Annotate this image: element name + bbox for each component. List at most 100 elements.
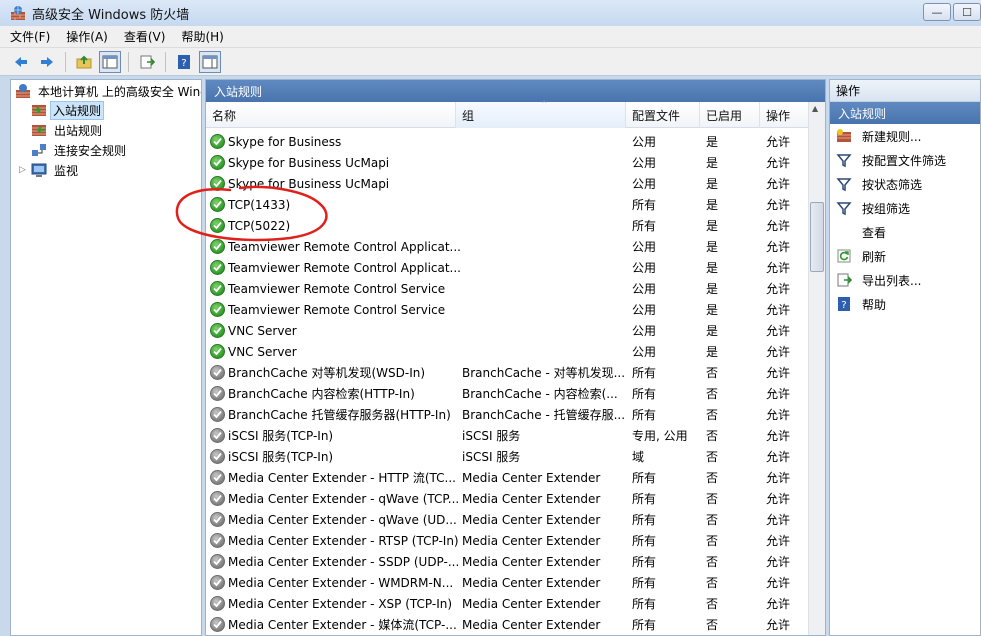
cell-group [462, 194, 624, 215]
table-row[interactable]: VNC Server 公用 是 允许 [206, 341, 810, 362]
table-row[interactable]: Teamviewer Remote Control Service 公用 是 允许 [206, 299, 810, 320]
rule-name: Teamviewer Remote Control Applicat... [228, 260, 460, 275]
column-header-name[interactable]: 名称 [206, 102, 456, 128]
cell-enabled: 是 [706, 240, 719, 254]
column-header-group[interactable]: ⌃ 组 [456, 100, 626, 128]
table-row[interactable]: Skype for Business UcMapi 公用 是 允许 [206, 152, 810, 173]
tree-label: 监视 [54, 163, 79, 178]
help-icon: ? [838, 297, 850, 311]
cell-enabled: 否 [706, 576, 719, 590]
table-row[interactable]: Teamviewer Remote Control Applicat... 公用 是… [206, 257, 810, 278]
table-row[interactable]: Media Center Extender - WMDRM-N... Media … [206, 572, 810, 593]
maximize-icon: ☐ [962, 5, 972, 19]
table-row[interactable]: Media Center Extender - qWave (TCP... Med… [206, 488, 810, 509]
up-level-button[interactable] [73, 51, 95, 73]
sort-ascending-icon: ⌃ [540, 100, 549, 110]
menu-action[interactable]: 操作(A) [66, 28, 108, 45]
cell-group: BranchCache - 内容检索(... [462, 387, 618, 401]
cell-name: Media Center Extender - RTSP (TCP-In) [210, 530, 460, 551]
table-row[interactable]: iSCSI 服务(TCP-In) iSCSI 服务 专用, 公用 否 允许 [206, 425, 810, 446]
cell-enabled: 否 [706, 555, 719, 569]
tree-item-monitoring[interactable]: ▷ 监视 [19, 161, 82, 179]
table-row[interactable]: BranchCache 托管缓存服务器(HTTP-In) BranchCache … [206, 404, 810, 425]
cell-enabled: 是 [706, 261, 719, 275]
title-bar: 高级安全 Windows 防火墙 — ☐ [0, 0, 981, 26]
cell-profile: 所有 [632, 576, 657, 590]
table-row[interactable]: Media Center Extender - XSP (TCP-In) Medi… [206, 593, 810, 614]
cell-name: Teamviewer Remote Control Service [210, 278, 460, 299]
tree-item-outbound-rules[interactable]: 出站规则 [31, 121, 106, 139]
action-filter-by-profile[interactable]: 按配置文件筛选 [830, 148, 980, 172]
action-refresh[interactable]: 刷新 [830, 244, 980, 268]
cell-action: 允许 [766, 513, 791, 527]
table-row[interactable]: Media Center Extender - qWave (UD... Medi… [206, 509, 810, 530]
table-row[interactable]: Media Center Extender - 媒体流(TCP-... Media… [206, 614, 810, 635]
show-hide-tree-button[interactable] [99, 50, 121, 73]
cell-action: 允许 [766, 534, 791, 548]
cell-name: BranchCache 对等机发现(WSD-In) [210, 362, 460, 383]
menu-help[interactable]: 帮助(H) [181, 28, 223, 45]
disabled-check-icon [210, 428, 225, 443]
vertical-scrollbar[interactable]: ▲ [808, 102, 825, 635]
cell-profile: 所有 [632, 366, 657, 380]
table-row[interactable]: VNC Server 公用 是 允许 [206, 320, 810, 341]
cell-profile: 域 [632, 450, 645, 464]
tree-item-connection-security[interactable]: 连接安全规则 [31, 141, 130, 159]
cell-name: VNC Server [210, 320, 460, 341]
window-title: 高级安全 Windows 防火墙 [32, 7, 190, 23]
help-icon: ? [178, 54, 190, 69]
scroll-up-icon[interactable]: ▲ [812, 104, 818, 113]
cell-action: 允许 [766, 345, 791, 359]
table-row[interactable]: Media Center Extender - SSDP (UDP-... Med… [206, 551, 810, 572]
table-row[interactable]: BranchCache 内容检索(HTTP-In) BranchCache - 内… [206, 383, 810, 404]
table-row[interactable]: Skype for Business 公用 是 允许 [206, 131, 810, 152]
table-row[interactable]: Teamviewer Remote Control Service 公用 是 允许 [206, 278, 810, 299]
action-view[interactable]: 查看 [830, 220, 980, 244]
table-row[interactable]: Media Center Extender - HTTP 流(TC... Medi… [206, 467, 810, 488]
cell-enabled: 否 [706, 534, 719, 548]
export-list-button[interactable] [136, 51, 158, 73]
cell-enabled: 否 [706, 471, 719, 485]
expand-chevron-icon[interactable]: ▷ [19, 165, 29, 175]
column-header-action[interactable]: 操作 [760, 102, 810, 128]
action-new-rule[interactable]: 新建规则... [830, 124, 980, 148]
table-row[interactable]: Media Center Extender - RTSP (TCP-In) Med… [206, 530, 810, 551]
rule-name: VNC Server [228, 344, 297, 359]
table-row[interactable]: iSCSI 服务(TCP-In) iSCSI 服务 域 否 允许 [206, 446, 810, 467]
help-button[interactable]: ? [173, 51, 195, 73]
cell-group [462, 341, 624, 362]
red-circle-annotation [175, 185, 328, 242]
action-filter-by-state[interactable]: 按状态筛选 [830, 172, 980, 196]
enabled-check-icon [210, 260, 225, 275]
action-filter-by-group[interactable]: 按组筛选 [830, 196, 980, 220]
minimize-button[interactable]: — [923, 3, 951, 21]
svg-text:?: ? [841, 300, 846, 311]
rule-name: Media Center Extender - WMDRM-N... [228, 575, 454, 590]
disabled-check-icon [210, 386, 225, 401]
back-button[interactable] [10, 51, 32, 73]
cell-profile: 公用 [632, 156, 657, 170]
tree-item-root[interactable]: 本地计算机 上的高级安全 Windows 防火墙 [15, 82, 201, 100]
menu-file[interactable]: 文件(F) [10, 28, 50, 45]
show-action-pane-button[interactable] [199, 50, 221, 73]
action-export-list[interactable]: 导出列表... [830, 268, 980, 292]
menu-view[interactable]: 查看(V) [124, 28, 166, 45]
tree-label: 本地计算机 上的高级安全 Windows 防火墙 [38, 84, 201, 99]
maximize-button[interactable]: ☐ [953, 3, 981, 21]
table-row[interactable]: BranchCache 对等机发现(WSD-In) BranchCache - 对… [206, 362, 810, 383]
action-help[interactable]: ? 帮助 [830, 292, 980, 316]
scrollbar-thumb[interactable] [810, 202, 824, 272]
rules-list-pane: 入站规则 名称 ⌃ 组 配置文件 已启用 操作 Skype for Busine… [205, 79, 826, 636]
actions-section-header[interactable]: 入站规则 [830, 102, 980, 124]
cell-profile: 所有 [632, 513, 657, 527]
action-label: 查看 [862, 225, 887, 240]
cell-group: Media Center Extender [462, 617, 601, 632]
cell-name: Teamviewer Remote Control Applicat... [210, 257, 460, 278]
column-header-enabled[interactable]: 已启用 [700, 102, 760, 128]
enabled-check-icon [210, 302, 225, 317]
tree-item-inbound-rules[interactable]: 入站规则 [31, 100, 105, 120]
rule-name: Media Center Extender - SSDP (UDP-... [228, 554, 460, 569]
forward-button[interactable] [36, 51, 58, 73]
cell-group: Media Center Extender [462, 554, 601, 569]
column-header-profile[interactable]: 配置文件 [626, 102, 700, 128]
